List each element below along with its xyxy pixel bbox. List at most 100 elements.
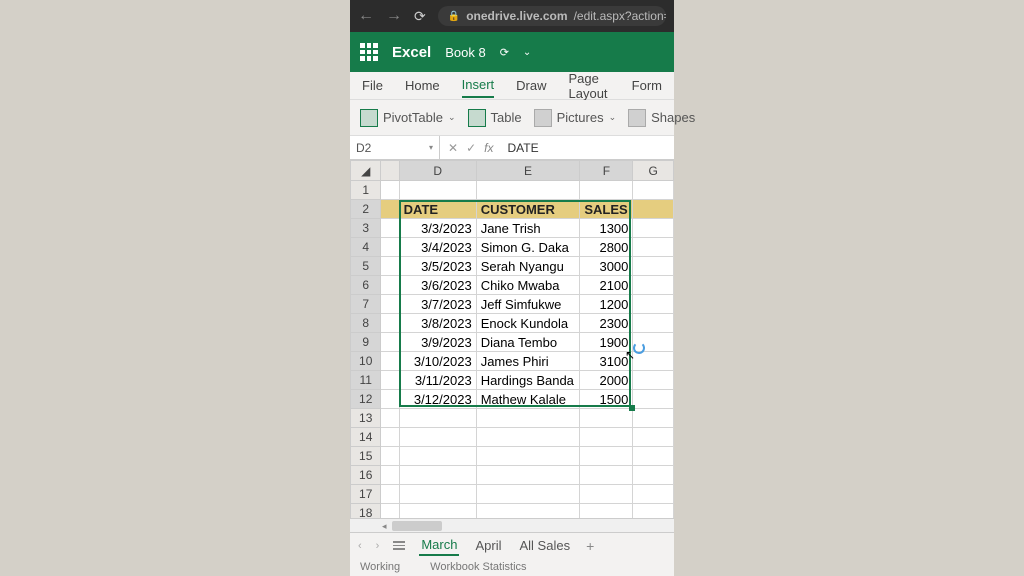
forward-button[interactable]: → (386, 7, 402, 25)
cell[interactable] (580, 409, 633, 428)
cell[interactable] (399, 485, 476, 504)
enter-formula-icon[interactable]: ✓ (466, 141, 476, 155)
row-header-16[interactable]: 16 (351, 466, 381, 485)
cell[interactable]: 1300 (580, 219, 633, 238)
cell[interactable] (633, 485, 674, 504)
fill-handle[interactable] (629, 405, 635, 411)
scroll-thumb[interactable] (392, 521, 442, 531)
cell[interactable]: Mathew Kalale (476, 390, 580, 409)
cell[interactable] (381, 447, 399, 466)
shapes-button[interactable]: Shapes (628, 109, 695, 127)
workbook-menu-caret[interactable]: ⌄ (523, 47, 531, 58)
cell[interactable] (399, 428, 476, 447)
cell[interactable]: 3/10/2023 (399, 352, 476, 371)
cell[interactable] (580, 428, 633, 447)
cell[interactable] (633, 314, 674, 333)
cell[interactable]: 1200 (580, 295, 633, 314)
cell[interactable] (633, 238, 674, 257)
sheet-tab-april[interactable]: April (473, 536, 503, 555)
tab-file[interactable]: File (362, 74, 383, 97)
row-header-10[interactable]: 10 (351, 352, 381, 371)
cell[interactable]: Serah Nyangu (476, 257, 580, 276)
cell[interactable] (381, 485, 399, 504)
row-header-7[interactable]: 7 (351, 295, 381, 314)
cell[interactable]: James Phiri (476, 352, 580, 371)
col-header-E[interactable]: E (476, 161, 580, 181)
cell[interactable]: 3/8/2023 (399, 314, 476, 333)
cell[interactable]: 2000 (580, 371, 633, 390)
cell[interactable] (381, 200, 399, 219)
cell[interactable]: 1500 (580, 390, 633, 409)
all-sheets-icon[interactable] (393, 541, 405, 550)
cell[interactable] (381, 219, 399, 238)
select-all-cell[interactable]: ◢ (351, 161, 381, 181)
spreadsheet-grid[interactable]: ◢DEFG12DATECUSTOMERSALES33/3/2023Jane Tr… (350, 160, 674, 518)
cell[interactable] (476, 181, 580, 200)
cell[interactable] (381, 238, 399, 257)
cell[interactable]: 3/5/2023 (399, 257, 476, 276)
cell[interactable] (476, 485, 580, 504)
cell[interactable]: DATE (399, 200, 476, 219)
cell[interactable] (381, 257, 399, 276)
cell[interactable] (381, 466, 399, 485)
cell[interactable] (580, 181, 633, 200)
pivottable-button[interactable]: PivotTable ⌄ (360, 109, 456, 127)
table-button[interactable]: Table (468, 109, 522, 127)
cell[interactable] (633, 390, 674, 409)
cell[interactable] (381, 276, 399, 295)
cell[interactable]: 3/3/2023 (399, 219, 476, 238)
cell[interactable] (381, 390, 399, 409)
col-header-D[interactable]: D (399, 161, 476, 181)
cell[interactable] (476, 409, 580, 428)
cell[interactable]: 3/9/2023 (399, 333, 476, 352)
sheet-tab-all-sales[interactable]: All Sales (517, 536, 572, 555)
row-header-11[interactable]: 11 (351, 371, 381, 390)
pictures-button[interactable]: Pictures ⌄ (534, 109, 617, 127)
row-header-8[interactable]: 8 (351, 314, 381, 333)
cell[interactable] (399, 504, 476, 519)
name-box[interactable]: D2 ▾ (350, 136, 440, 159)
cell[interactable]: SALES (580, 200, 633, 219)
app-launcher-icon[interactable] (360, 43, 378, 61)
cell[interactable] (633, 352, 674, 371)
tab-insert[interactable]: Insert (462, 73, 495, 98)
cell[interactable] (476, 428, 580, 447)
cell[interactable]: Jane Trish (476, 219, 580, 238)
row-header-18[interactable]: 18 (351, 504, 381, 519)
cell[interactable]: 2800 (580, 238, 633, 257)
row-header-2[interactable]: 2 (351, 200, 381, 219)
cell[interactable] (580, 504, 633, 519)
sheet-tab-march[interactable]: March (419, 535, 459, 556)
tab-prev-icon[interactable]: ‹ (358, 540, 362, 552)
cell[interactable] (633, 371, 674, 390)
cell[interactable] (633, 428, 674, 447)
cell[interactable]: Diana Tembo (476, 333, 580, 352)
cell[interactable] (580, 466, 633, 485)
cell[interactable] (381, 333, 399, 352)
cell[interactable] (399, 181, 476, 200)
cell[interactable] (381, 295, 399, 314)
cell[interactable]: 2100 (580, 276, 633, 295)
row-header-5[interactable]: 5 (351, 257, 381, 276)
cell[interactable] (476, 447, 580, 466)
col-header-G[interactable]: G (633, 161, 674, 181)
cell[interactable] (476, 466, 580, 485)
tab-formulas[interactable]: Form (632, 74, 662, 97)
cell[interactable] (399, 447, 476, 466)
cell[interactable] (381, 371, 399, 390)
cell[interactable] (580, 485, 633, 504)
row-header-17[interactable]: 17 (351, 485, 381, 504)
cell[interactable]: Enock Kundola (476, 314, 580, 333)
cell[interactable] (476, 504, 580, 519)
cell[interactable] (633, 276, 674, 295)
cell[interactable]: 3/11/2023 (399, 371, 476, 390)
formula-input[interactable]: DATE (501, 141, 674, 155)
cell[interactable] (381, 409, 399, 428)
cell[interactable]: Jeff Simfukwe (476, 295, 580, 314)
cell[interactable] (633, 409, 674, 428)
row-header-3[interactable]: 3 (351, 219, 381, 238)
tab-next-icon[interactable]: › (376, 540, 380, 552)
cell[interactable]: 3/6/2023 (399, 276, 476, 295)
col-header-A[interactable] (381, 161, 399, 181)
cell[interactable]: Hardings Banda (476, 371, 580, 390)
